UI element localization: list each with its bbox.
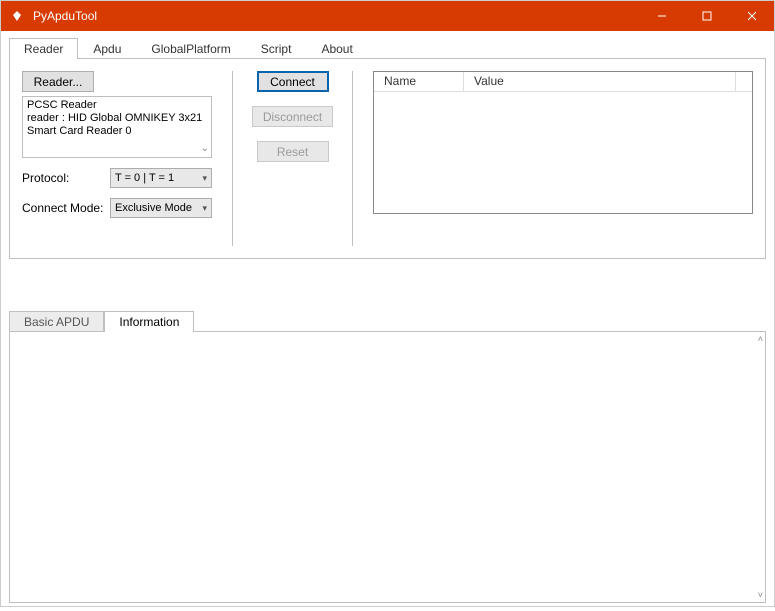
scroll-up-icon[interactable]: ˄ [758, 334, 763, 344]
maximize-button[interactable] [684, 1, 729, 31]
reader-list[interactable]: PCSC Reader reader : HID Global OMNIKEY … [22, 96, 212, 158]
titlebar: PyApduTool [1, 1, 774, 31]
tab-globalplatform[interactable]: GlobalPlatform [136, 38, 245, 59]
main-tabstrip: Reader Apdu GlobalPlatform Script About [9, 37, 766, 59]
protocol-label: Protocol: [22, 171, 104, 185]
protocol-value: T = 0 | T = 1 [115, 172, 174, 184]
minimize-button[interactable] [639, 1, 684, 31]
connect-mode-label: Connect Mode: [22, 201, 104, 215]
connect-mode-value: Exclusive Mode [115, 202, 192, 214]
tab-apdu[interactable]: Apdu [78, 38, 136, 59]
chevron-down-icon: ▾ [202, 203, 207, 214]
tab-information[interactable]: Information [104, 311, 194, 332]
tab-script[interactable]: Script [246, 38, 307, 59]
reader-button[interactable]: Reader... [22, 71, 94, 92]
scroll-down-icon[interactable]: ˅ [758, 590, 763, 600]
tab-reader[interactable]: Reader [9, 38, 78, 59]
app-icon [9, 8, 25, 24]
protocol-combo[interactable]: T = 0 | T = 1 ▾ [110, 168, 212, 188]
information-panel[interactable]: ˄ ˅ [9, 331, 766, 603]
tab-about[interactable]: About [306, 38, 367, 59]
connect-button[interactable]: Connect [257, 71, 329, 92]
disconnect-button: Disconnect [252, 106, 333, 127]
column-name[interactable]: Name [374, 72, 464, 91]
window-title: PyApduTool [33, 9, 97, 23]
reset-button: Reset [257, 141, 329, 162]
connect-mode-combo[interactable]: Exclusive Mode ▾ [110, 198, 212, 218]
column-value[interactable]: Value [464, 72, 752, 91]
bottom-tabstrip: Basic APDU Information [9, 309, 766, 331]
grid-header: Name Value [374, 72, 752, 92]
tab-basic-apdu[interactable]: Basic APDU [9, 311, 104, 332]
properties-grid[interactable]: Name Value [373, 71, 753, 214]
reader-list-text: PCSC Reader reader : HID Global OMNIKEY … [27, 99, 202, 137]
reader-tab-body: Reader... PCSC Reader reader : HID Globa… [9, 59, 766, 259]
close-button[interactable] [729, 1, 774, 31]
chevron-down-icon[interactable]: ⌄ [201, 142, 209, 155]
chevron-down-icon: ▾ [202, 173, 207, 184]
